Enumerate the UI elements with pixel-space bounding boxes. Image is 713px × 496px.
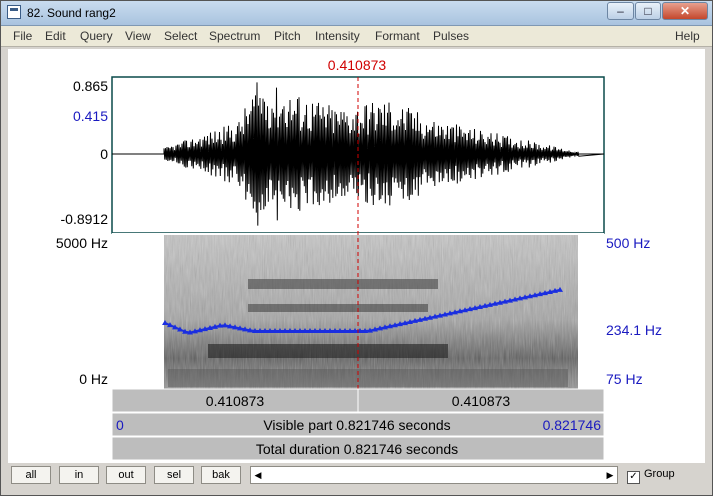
group-label: Group xyxy=(644,468,675,480)
waveform-ymin: -0.8912 xyxy=(61,211,109,227)
visible-part-label: Visible part 0.821746 seconds xyxy=(263,417,450,433)
close-button[interactable]: ✕ xyxy=(662,2,708,20)
zoom-out-button[interactable]: out xyxy=(106,466,146,484)
waveform-ymark: 0.415 xyxy=(73,108,108,124)
scroll-left-icon[interactable]: ◀ xyxy=(251,467,265,483)
menu-query[interactable]: Query xyxy=(80,29,113,43)
menu-edit[interactable]: Edit xyxy=(45,29,66,43)
menu-view[interactable]: View xyxy=(125,29,151,43)
menu-spectrum[interactable]: Spectrum xyxy=(209,29,260,43)
segment-right-duration: 0.410873 xyxy=(452,393,511,409)
scroll-right-icon[interactable]: ▶ xyxy=(603,467,617,483)
spectrogram-freq-bottom: 0 Hz xyxy=(79,371,108,387)
visible-start-time: 0 xyxy=(116,417,124,433)
window-title: 82. Sound rang2 xyxy=(27,6,116,20)
waveform-yzero: 0 xyxy=(100,146,108,162)
visible-end-time: 0.821746 xyxy=(543,417,602,433)
zoom-back-button[interactable]: bak xyxy=(201,466,241,484)
zoom-selection-button[interactable]: sel xyxy=(154,466,194,484)
app-icon xyxy=(7,5,21,19)
total-duration-label: Total duration 0.821746 seconds xyxy=(256,441,458,457)
menu-file[interactable]: File xyxy=(13,29,32,43)
praat-sound-window: 82. Sound rang2 – □ ✕ File Edit Query Vi… xyxy=(0,0,713,496)
segment-left-duration: 0.410873 xyxy=(206,393,265,409)
menu-formant[interactable]: Formant xyxy=(375,29,420,43)
menu-select[interactable]: Select xyxy=(164,29,197,43)
zoom-all-button[interactable]: all xyxy=(11,466,51,484)
horizontal-scrollbar[interactable]: ◀ ▶ xyxy=(250,466,618,484)
spectrogram-freq-top: 5000 Hz xyxy=(56,235,108,251)
menu-pitch[interactable]: Pitch xyxy=(274,29,301,43)
bottom-toolbar: all in out sel bak ◀ ▶ ✓ Group xyxy=(1,463,712,495)
group-checkbox[interactable]: ✓ xyxy=(627,471,640,484)
waveform-ymax: 0.865 xyxy=(73,78,108,94)
title-bar[interactable]: 82. Sound rang2 – □ ✕ xyxy=(1,1,712,26)
menu-help[interactable]: Help xyxy=(675,29,700,43)
zoom-in-button[interactable]: in xyxy=(59,466,99,484)
menu-bar: File Edit Query View Select Spectrum Pit… xyxy=(1,26,712,47)
menu-intensity[interactable]: Intensity xyxy=(315,29,360,43)
pitch-axis-top: 500 Hz xyxy=(606,235,650,251)
menu-pulses[interactable]: Pulses xyxy=(433,29,469,43)
minimize-button[interactable]: – xyxy=(607,2,634,20)
group-toggle[interactable]: ✓ Group xyxy=(627,468,675,484)
cursor-time-label: 0.410873 xyxy=(328,57,387,73)
time-bar: 0.410873 0.410873 0 Visible part 0.82174… xyxy=(111,388,605,461)
maximize-button[interactable]: □ xyxy=(635,2,661,20)
pitch-axis-bottom: 75 Hz xyxy=(606,371,643,387)
sound-editor-canvas[interactable]: 0.410873 0.865 0.415 0 -0.8912 5000 Hz 0… xyxy=(8,49,705,463)
pitch-axis-current: 234.1 Hz xyxy=(606,322,662,338)
